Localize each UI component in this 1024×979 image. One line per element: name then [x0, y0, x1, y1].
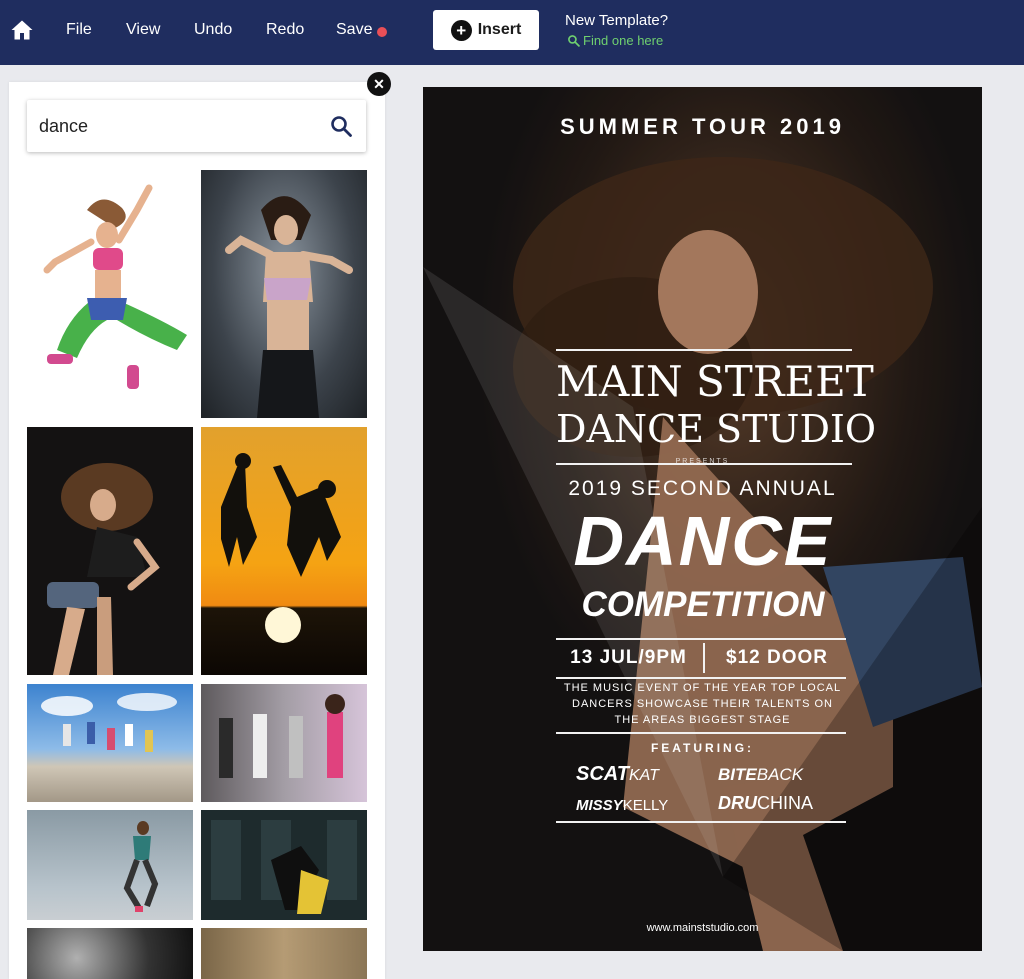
performer-3-part-a: MISSY — [576, 797, 623, 814]
poster-divider-date-top — [556, 638, 846, 640]
poster-performer-2[interactable]: BITEBACK — [718, 765, 803, 785]
unsaved-indicator — [377, 27, 387, 37]
poster-tour-title[interactable]: SUMMER TOUR 2019 — [423, 114, 982, 140]
result-thumbnail-3[interactable] — [27, 427, 193, 675]
result-thumbnail-5[interactable] — [27, 684, 193, 802]
poster-date-time[interactable]: 13 JUL/9PM — [556, 647, 701, 669]
performer-1-part-b: KAT — [628, 767, 659, 784]
image-search-panel — [9, 82, 385, 979]
poster-annual-line[interactable]: 2019 SECOND ANNUAL — [423, 477, 982, 501]
search-input[interactable] — [39, 114, 309, 138]
poster-divider-date-bottom — [556, 677, 846, 679]
result-thumbnail-4[interactable] — [201, 427, 367, 675]
search-box — [27, 100, 366, 152]
poster-dance-headline[interactable]: DANCE — [549, 505, 857, 577]
poster-studio-line2[interactable]: DANCE STUDIO — [556, 407, 876, 451]
performer-3-part-b: KELLY — [622, 797, 669, 814]
result-thumbnail-8[interactable] — [201, 810, 367, 920]
poster-divider-bottom — [556, 821, 846, 823]
poster-date-separator — [703, 643, 705, 673]
performer-1-part-a: SCAT — [576, 763, 629, 785]
poster-desc-line1[interactable]: THE MUSIC EVENT OF THE YEAR TOP LOCAL — [423, 680, 982, 696]
result-thumbnail-6[interactable] — [201, 684, 367, 802]
search-icon[interactable] — [329, 114, 353, 138]
poster-desc-line2[interactable]: DANCERS SHOWCASE THEIR TALENTS ON — [423, 696, 982, 712]
home-icon[interactable] — [10, 18, 34, 42]
poster-divider-featuring — [556, 732, 846, 734]
result-thumbnail-7[interactable] — [27, 810, 193, 920]
result-thumbnail-2[interactable] — [201, 170, 367, 418]
save-button[interactable]: Save — [336, 21, 372, 39]
performer-2-part-a: BITE — [718, 765, 757, 784]
new-template-question: New Template? — [565, 12, 669, 29]
poster-desc-line3[interactable]: THE AREAS BIGGEST STAGE — [423, 712, 982, 728]
poster-website[interactable]: www.mainststudio.com — [423, 922, 982, 934]
file-menu[interactable]: File — [66, 21, 92, 39]
poster-performer-3[interactable]: MISSYKELLY — [576, 797, 668, 814]
find-template-link-label: Find one here — [583, 33, 664, 48]
performer-4-part-a: DRU — [718, 793, 757, 813]
poster-price[interactable]: $12 DOOR — [707, 647, 847, 669]
result-thumbnail-10[interactable] — [201, 928, 367, 979]
poster-performer-4[interactable]: DRUCHINA — [718, 793, 813, 814]
poster-presents[interactable]: PRESENTS — [423, 458, 982, 465]
plus-circle-icon: + — [450, 19, 472, 41]
view-menu[interactable]: View — [126, 21, 160, 39]
redo-button[interactable]: Redo — [266, 21, 304, 39]
poster-competition-headline[interactable]: COMPETITION — [549, 585, 857, 625]
undo-button[interactable]: Undo — [194, 21, 232, 39]
insert-button[interactable]: + Insert — [433, 10, 539, 50]
result-thumbnail-9[interactable] — [27, 928, 193, 979]
poster-divider-top — [556, 349, 852, 351]
performer-2-part-b: BACK — [756, 765, 804, 784]
find-template-link[interactable]: Find one here — [567, 33, 663, 48]
performer-4-part-b: CHINA — [757, 793, 814, 813]
close-panel-button[interactable]: ✕ — [367, 72, 391, 96]
poster-canvas[interactable]: SUMMER TOUR 2019 MAIN STREET DANCE STUDI… — [423, 87, 982, 951]
insert-button-label: Insert — [477, 21, 522, 38]
poster-studio-line1[interactable]: MAIN STREET — [556, 357, 874, 406]
result-thumbnail-1[interactable] — [27, 170, 193, 418]
top-toolbar: File View Undo Redo Save + Insert New Te… — [0, 0, 1024, 65]
poster-featuring-label[interactable]: FEATURING: — [423, 741, 982, 755]
search-small-icon — [568, 35, 580, 47]
poster-performer-1[interactable]: SCATKAT — [576, 763, 659, 786]
